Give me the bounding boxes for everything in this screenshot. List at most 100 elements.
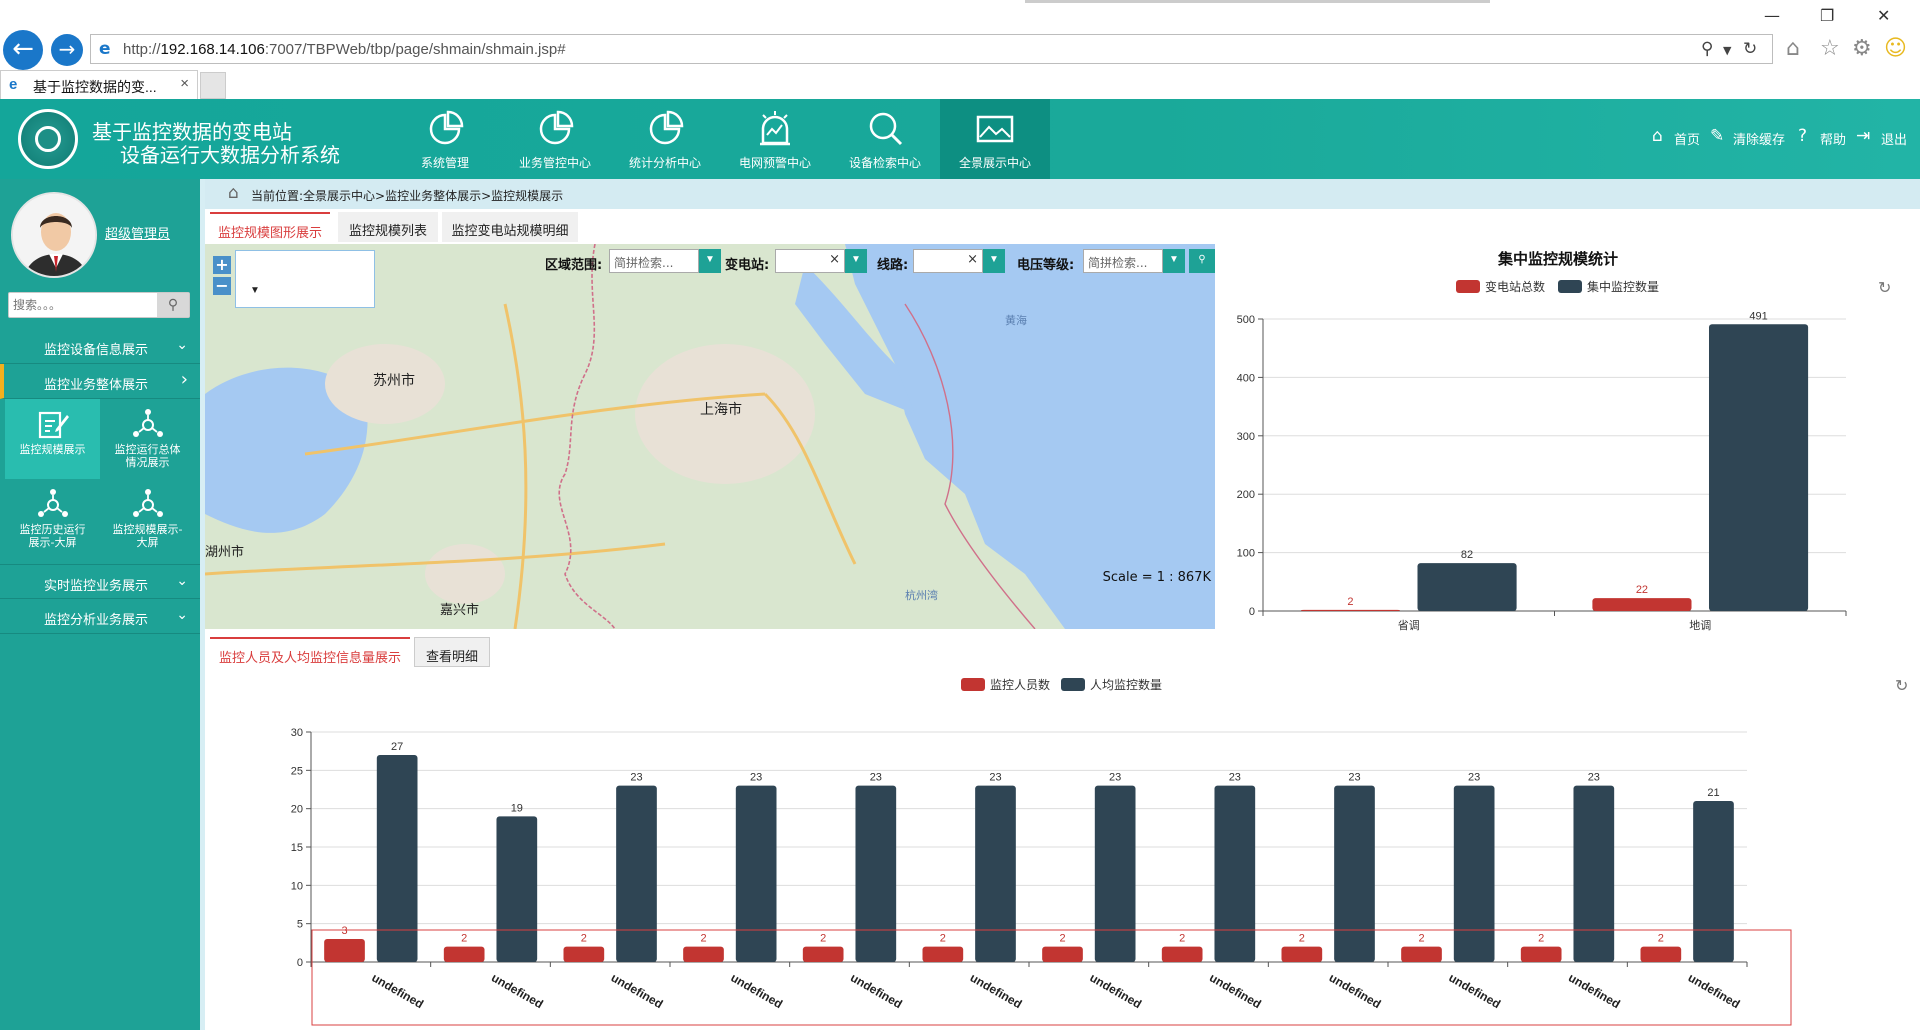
bar xyxy=(922,946,964,962)
data-label: 21 xyxy=(1707,787,1719,799)
menu-realtime[interactable]: 实时监控业务展示 ⌄ xyxy=(0,564,200,599)
favorites-star-icon[interactable]: ☆ xyxy=(1820,36,1840,61)
map-panel[interactable]: 苏州市 上海市 嘉兴市 湖州市 黄海 杭州湾 + − ▼ 区域范围: 简拼检索.… xyxy=(205,244,1215,629)
network-nodes-icon xyxy=(132,409,163,437)
tab-station-detail[interactable]: 监控变电站规模明细 xyxy=(442,212,578,242)
tab-view-detail[interactable]: 查看明细 xyxy=(414,637,490,667)
minimize-icon[interactable]: — xyxy=(1764,6,1780,25)
help-icon[interactable]: ? xyxy=(1798,126,1807,146)
bar xyxy=(1708,324,1809,611)
search-icon[interactable]: ⚲ xyxy=(157,293,189,317)
submenu-label: 监控历史运行展示-大屏 xyxy=(19,523,86,549)
alarm-icon xyxy=(760,111,790,146)
area-filter-dropdown-icon[interactable]: ▼ xyxy=(699,249,721,273)
close-window-icon[interactable]: ✕ xyxy=(1877,6,1890,25)
bar xyxy=(735,785,777,962)
x-tick-label: undefined xyxy=(968,970,1025,1011)
bar xyxy=(443,946,485,962)
app-header: 基于监控数据的变电站 设备运行大数据分析系统 系统管理 业务管控中心 统计分析中… xyxy=(0,99,1920,179)
station-filter-dropdown-icon[interactable]: ▼ xyxy=(845,249,867,273)
back-icon[interactable]: ← xyxy=(3,30,43,70)
browser-tab[interactable]: e 基于监控数据的变... × xyxy=(0,70,198,99)
submenu-scale-bigscreen[interactable]: 监控规模展示-大屏 xyxy=(100,479,195,559)
logout-link[interactable]: 退出 xyxy=(1881,129,1907,148)
x-tick-label: undefined xyxy=(728,970,785,1011)
refresh-page-icon[interactable]: ↻ xyxy=(1743,39,1757,59)
pie-chart-icon xyxy=(649,110,684,145)
bar xyxy=(376,755,418,962)
menu-label: 监控设备信息展示 xyxy=(44,343,149,358)
map-search-button[interactable]: ⚲ xyxy=(1189,249,1215,273)
smiley-feedback-icon[interactable]: ☺ xyxy=(1884,36,1907,61)
data-label: 19 xyxy=(511,802,523,814)
menu-device-info[interactable]: 监控设备信息展示 ⌄ xyxy=(0,329,200,364)
voltage-filter-select[interactable]: 简拼检索... xyxy=(1083,249,1163,273)
user-name-link[interactable]: 超级管理员 xyxy=(105,223,170,242)
module-grid-warning[interactable]: 电网预警中心 xyxy=(720,99,830,179)
module-equipment-search[interactable]: 设备检索中心 xyxy=(830,99,940,179)
bar xyxy=(1161,946,1203,962)
map-layer-dropdown[interactable]: ▼ xyxy=(235,250,375,308)
data-label: 23 xyxy=(1468,772,1480,784)
submenu-monitoring-overall[interactable]: 监控运行总体情况展示 xyxy=(100,399,195,479)
x-tick-label: undefined xyxy=(1207,970,1264,1011)
home-icon[interactable]: ⌂ xyxy=(1786,36,1800,61)
bar xyxy=(1334,785,1375,962)
breadcrumb: ⌂ 当前位置:全景展示中心>监控业务整体展示>监控规模展示 xyxy=(205,179,1920,209)
line-filter-dropdown-icon[interactable]: ▼ xyxy=(983,249,1005,273)
zoom-in-button[interactable]: + xyxy=(213,256,231,274)
network-nodes-icon xyxy=(132,489,163,517)
module-statistics[interactable]: 统计分析中心 xyxy=(610,99,720,179)
x-tick-label: undefined xyxy=(489,970,546,1011)
bar xyxy=(616,785,657,962)
module-business-control[interactable]: 业务管控中心 xyxy=(500,99,610,179)
avatar xyxy=(11,192,97,278)
data-label: 2 xyxy=(1658,933,1664,945)
settings-gear-icon[interactable]: ⚙ xyxy=(1852,36,1872,61)
tab-staff-info[interactable]: 监控人员及人均监控信息量展示 xyxy=(210,637,410,667)
tab-scale-graphic[interactable]: 监控规模图形展示 xyxy=(210,212,330,242)
data-label: 2 xyxy=(1538,933,1544,945)
bar xyxy=(1592,598,1692,611)
voltage-filter-dropdown-icon[interactable]: ▼ xyxy=(1163,249,1185,273)
submenu-history-bigscreen[interactable]: 监控历史运行展示-大屏 xyxy=(5,479,100,559)
address-search-icon[interactable]: ⚲ xyxy=(1701,39,1713,59)
forward-icon[interactable]: → xyxy=(51,34,83,66)
module-system-management[interactable]: 系统管理 xyxy=(390,99,500,179)
popup-strip xyxy=(1025,0,1490,3)
chevron-down-icon: ⌄ xyxy=(176,337,188,353)
restore-icon[interactable]: ❐ xyxy=(1820,6,1834,25)
logout-icon[interactable]: ⇥ xyxy=(1856,126,1870,146)
area-filter-select[interactable]: 简拼检索... xyxy=(609,249,699,273)
home-icon: ⌂ xyxy=(228,183,239,203)
user-avatar-icon xyxy=(13,194,95,276)
data-label: 2 xyxy=(461,933,467,945)
menu-analysis[interactable]: 监控分析业务展示 ⌄ xyxy=(0,599,200,634)
home-nav-icon[interactable]: ⌂ xyxy=(1652,126,1663,146)
url-text[interactable]: http://192.168.14.106:7007/TBPWeb/tbp/pa… xyxy=(123,41,566,58)
pie-chart-icon xyxy=(429,110,464,145)
data-label: 23 xyxy=(1229,772,1241,784)
menu-business-overall[interactable]: 监控业务整体展示 › xyxy=(0,364,200,399)
line-filter-label: 线路: xyxy=(877,258,909,273)
module-label: 电网预警中心 xyxy=(738,156,811,170)
help-link[interactable]: 帮助 xyxy=(1820,129,1846,148)
zoom-out-button[interactable]: − xyxy=(213,277,231,295)
broom-icon[interactable]: ✎ xyxy=(1710,126,1724,146)
address-dropdown-icon[interactable]: ▼ xyxy=(1723,44,1731,57)
address-bar[interactable]: e http://192.168.14.106:7007/TBPWeb/tbp/… xyxy=(90,34,1773,64)
sidebar-search-input[interactable] xyxy=(13,296,153,314)
sidebar: 超级管理员 ⚲ 监控设备信息展示 ⌄ 监控业务整体展示 › 监控规模展示 监控运… xyxy=(0,179,200,1030)
home-link[interactable]: 首页 xyxy=(1674,129,1700,148)
clear-cache-link[interactable]: 清除缓存 xyxy=(1733,129,1785,148)
bar xyxy=(1693,801,1734,962)
tab-scale-list[interactable]: 监控规模列表 xyxy=(338,212,438,242)
tab-close-icon[interactable]: × xyxy=(180,75,189,92)
station-filter-select[interactable]: × xyxy=(775,249,845,273)
module-panorama[interactable]: 全景展示中心 xyxy=(940,99,1050,179)
new-tab-button[interactable] xyxy=(200,72,226,99)
submenu-monitoring-scale[interactable]: 监控规模展示 xyxy=(5,399,100,479)
chevron-down-icon: ⌄ xyxy=(176,573,188,589)
line-filter-select[interactable]: × xyxy=(913,249,983,273)
network-nodes-icon xyxy=(37,489,68,517)
